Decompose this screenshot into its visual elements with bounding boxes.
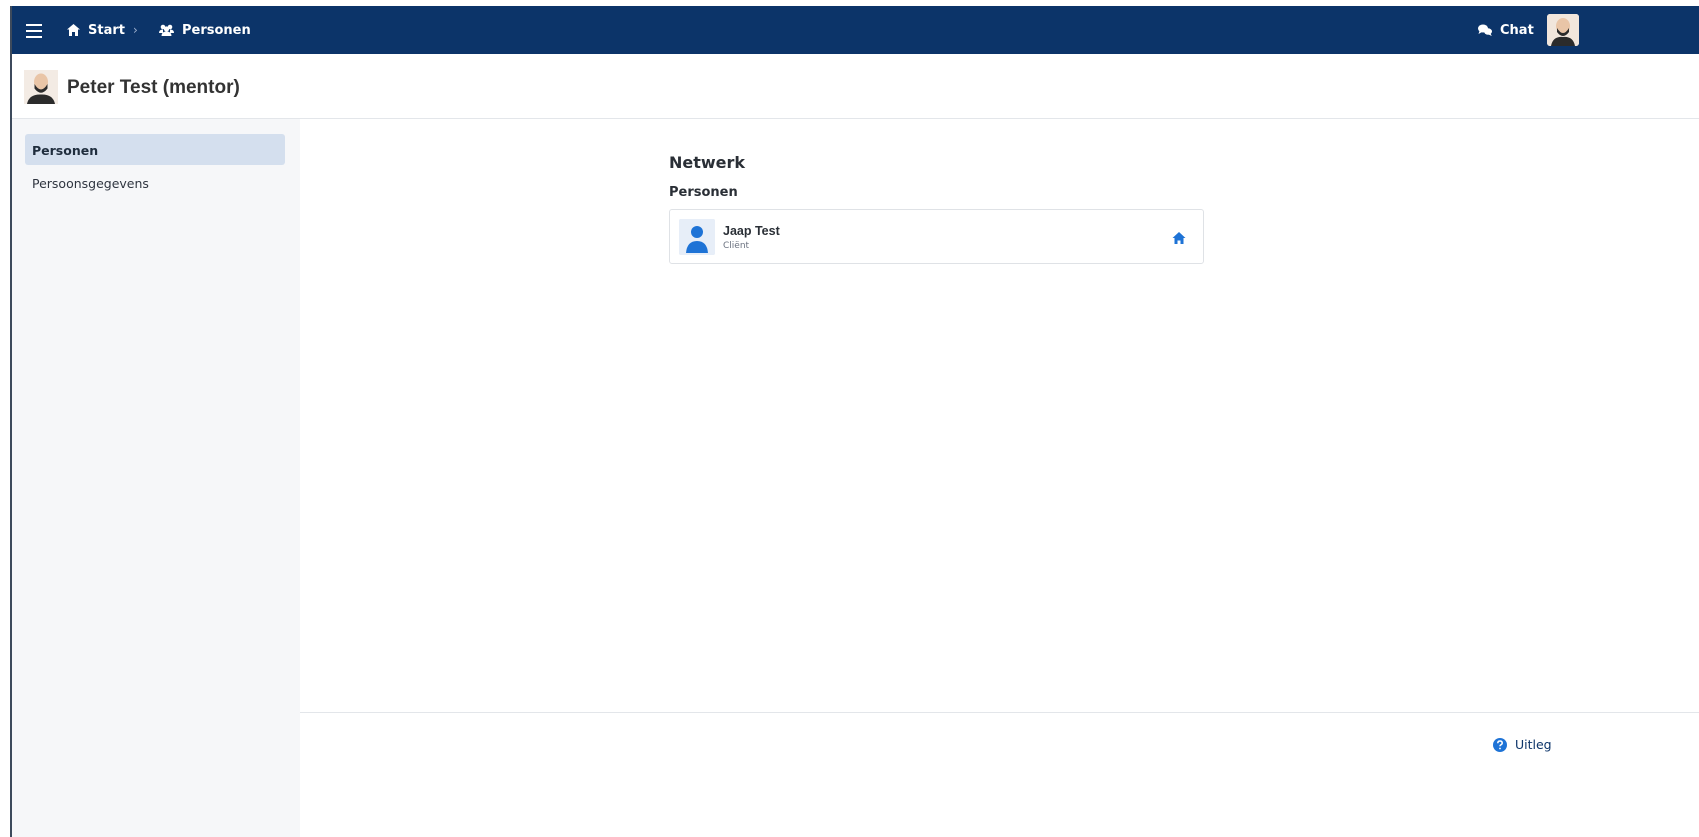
chat-button[interactable]: Chat (1478, 6, 1534, 54)
app-window: Start › Personen Chat Peter Test (mentor… (10, 6, 1699, 837)
person-name: Jaap Test (723, 224, 780, 238)
breadcrumb-label: Personen (182, 22, 251, 38)
home-icon (67, 24, 80, 36)
breadcrumb-personen[interactable]: Personen (159, 6, 251, 54)
person-role: Cliënt (723, 241, 750, 251)
footer: Uitleg (300, 712, 1699, 837)
section-subtitle: Personen (669, 185, 738, 200)
help-button[interactable]: Uitleg (1493, 737, 1552, 752)
help-icon (1493, 737, 1507, 752)
people-icon (159, 24, 174, 36)
menu-icon[interactable] (26, 20, 42, 40)
user-avatar[interactable] (1547, 14, 1579, 46)
sidebar-item-persoonsgegevens[interactable]: Persoonsgegevens (25, 167, 285, 198)
breadcrumb-label: Start (88, 22, 125, 38)
person-card[interactable]: Jaap Test Cliënt (669, 209, 1204, 264)
page-header: Peter Test (mentor) (12, 54, 1699, 119)
avatar (24, 70, 58, 104)
page-title: Peter Test (mentor) (67, 77, 240, 98)
top-navigation-bar: Start › Personen Chat (12, 6, 1699, 54)
person-avatar-icon (679, 219, 715, 255)
breadcrumb-start[interactable]: Start (67, 6, 125, 54)
chat-icon (1478, 24, 1492, 36)
section-title: Netwerk (669, 153, 746, 172)
home-icon[interactable] (1172, 230, 1186, 244)
main-content: Netwerk Personen Jaap Test Cliënt Uitleg (300, 119, 1699, 837)
sidebar: Personen Persoonsgegevens (12, 119, 300, 837)
chat-label: Chat (1500, 22, 1534, 38)
sidebar-item-personen[interactable]: Personen (25, 134, 285, 165)
breadcrumb-separator: › (133, 23, 138, 37)
help-label: Uitleg (1515, 737, 1552, 752)
